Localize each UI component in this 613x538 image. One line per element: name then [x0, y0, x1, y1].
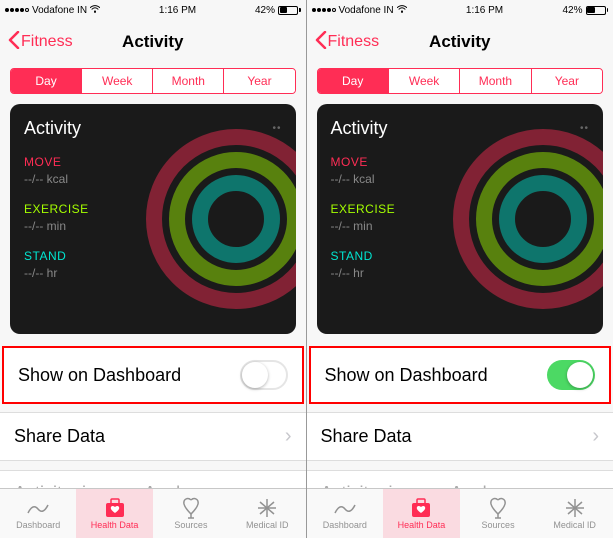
health-data-icon [103, 497, 127, 519]
battery-pct-label: 42% [255, 5, 275, 16]
activity-card[interactable]: Activity •• MOVE --/-- kcal EXERCISE --/… [317, 104, 604, 334]
signal-dots-icon [312, 8, 336, 12]
tab-health-data[interactable]: Health Data [383, 489, 460, 538]
activity-card[interactable]: Activity •• MOVE --/-- kcal EXERCISE --/… [10, 104, 296, 334]
chevron-left-icon [315, 31, 327, 54]
sources-icon [486, 497, 510, 519]
phone-screen-left: Vodafone IN 1:16 PM 42% Fitness Activit [0, 0, 307, 538]
card-title: Activity [24, 118, 81, 139]
share-data-label: Share Data [321, 426, 412, 447]
battery-pct-label: 42% [562, 5, 582, 16]
show-on-dashboard-label: Show on Dashboard [18, 365, 181, 386]
page-title: Activity [429, 32, 490, 52]
carrier-label: Vodafone IN [339, 5, 394, 16]
segmented-control: Day Week Month Year [317, 68, 604, 94]
sources-icon [179, 497, 203, 519]
chevron-right-icon: › [285, 425, 292, 448]
tab-bar: Dashboard Health Data Sources [0, 488, 306, 538]
chevron-left-icon [8, 31, 20, 54]
show-on-dashboard-toggle[interactable] [547, 360, 595, 390]
segment-day[interactable]: Day [318, 69, 389, 93]
share-data-row[interactable]: Share Data › [0, 412, 306, 461]
wifi-icon [397, 5, 407, 16]
tab-dashboard[interactable]: Dashboard [307, 489, 384, 538]
segment-year[interactable]: Year [532, 69, 602, 93]
wifi-icon [90, 5, 100, 16]
carrier-label: Vodafone IN [32, 5, 87, 16]
dashboard-icon [333, 497, 357, 519]
nav-bar: Fitness Activity [307, 20, 613, 64]
card-title: Activity [331, 118, 388, 139]
show-on-dashboard-row: Show on Dashboard [2, 346, 304, 404]
signal-dots-icon [5, 8, 29, 12]
segment-week[interactable]: Week [389, 69, 460, 93]
segment-week[interactable]: Week [82, 69, 153, 93]
segment-month[interactable]: Month [460, 69, 531, 93]
segment-day[interactable]: Day [11, 69, 82, 93]
back-label: Fitness [21, 33, 73, 51]
health-data-icon [409, 497, 433, 519]
activity-rings-row[interactable]: Activity rings on Apple [307, 470, 613, 490]
back-label: Fitness [328, 33, 380, 51]
show-on-dashboard-row: Show on Dashboard [309, 346, 612, 404]
back-button[interactable]: Fitness [315, 31, 380, 54]
share-data-row[interactable]: Share Data › [307, 412, 613, 461]
activity-rings-icon [141, 124, 296, 314]
tab-sources[interactable]: Sources [153, 489, 229, 538]
tab-medical-id[interactable]: Medical ID [229, 489, 305, 538]
medical-id-icon [563, 497, 587, 519]
segment-year[interactable]: Year [224, 69, 294, 93]
medical-id-icon [255, 497, 279, 519]
activity-rings-row[interactable]: Activity rings on Apple [0, 470, 306, 490]
nav-bar: Fitness Activity [0, 20, 306, 64]
battery-icon [278, 6, 301, 15]
tab-dashboard[interactable]: Dashboard [0, 489, 76, 538]
status-bar: Vodafone IN 1:16 PM 42% [0, 0, 306, 20]
show-on-dashboard-label: Show on Dashboard [325, 365, 488, 386]
status-bar: Vodafone IN 1:16 PM 42% [307, 0, 613, 20]
clock-label: 1:16 PM [466, 5, 503, 16]
page-title: Activity [122, 32, 183, 52]
clock-label: 1:16 PM [159, 5, 196, 16]
back-button[interactable]: Fitness [8, 31, 73, 54]
share-data-label: Share Data [14, 426, 105, 447]
battery-icon [586, 6, 609, 15]
dashboard-icon [26, 497, 50, 519]
segment-month[interactable]: Month [153, 69, 224, 93]
activity-rings-icon [448, 124, 603, 314]
tab-bar: Dashboard Health Data Sources [307, 488, 613, 538]
segmented-control: Day Week Month Year [10, 68, 296, 94]
tab-health-data[interactable]: Health Data [76, 489, 152, 538]
tab-sources[interactable]: Sources [460, 489, 537, 538]
tab-medical-id[interactable]: Medical ID [536, 489, 613, 538]
show-on-dashboard-toggle[interactable] [240, 360, 288, 390]
phone-screen-right: Vodafone IN 1:16 PM 42% Fitness Activit [307, 0, 613, 538]
chevron-right-icon: › [592, 425, 599, 448]
